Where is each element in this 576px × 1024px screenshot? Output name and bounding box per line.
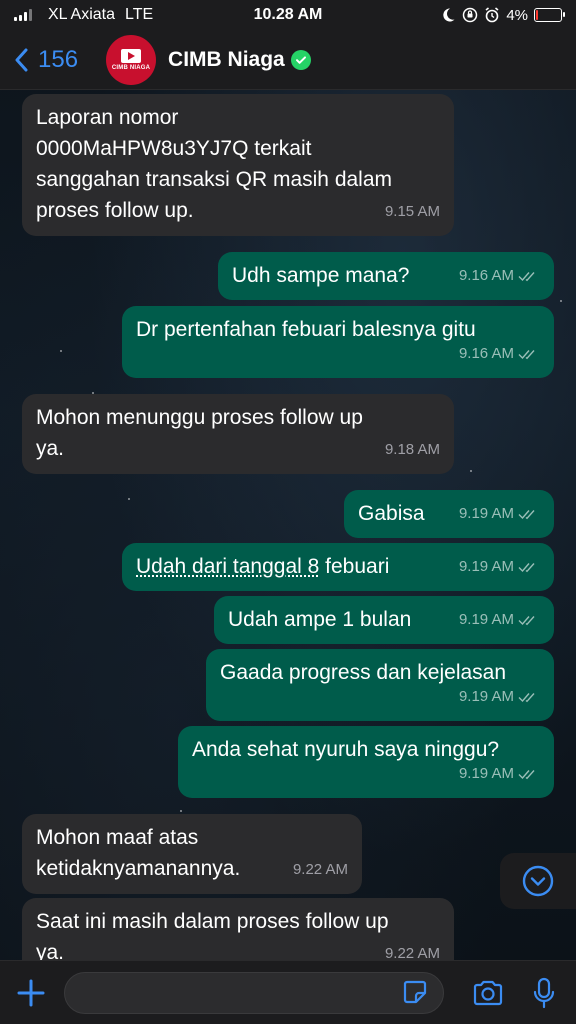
message-list[interactable]: Laporan nomor 0000MaHPW8u3YJ7Q terkait s… <box>0 90 576 960</box>
message-bubble-outgoing[interactable]: Gabisa 9.19 AM <box>344 490 554 538</box>
message-bubble-outgoing[interactable]: Udah dari tanggal 8 febuari 9.19 AM <box>122 543 554 591</box>
contact-avatar[interactable]: CIMB NIAGA <box>106 34 157 85</box>
message-meta: 9.18 AM <box>385 434 440 465</box>
back-button[interactable]: 156 <box>14 46 78 74</box>
message-bubble-outgoing[interactable]: Anda sehat nyuruh saya ninggu? 9.19 AM <box>178 726 554 798</box>
alarm-icon <box>485 7 499 23</box>
message-meta: 9.15 AM <box>385 196 440 227</box>
message-bubble-outgoing[interactable]: Gaada progress dan kejelasan 9.19 AM <box>206 649 554 721</box>
message-meta: 9.16 AM <box>459 260 540 291</box>
message-bubble-incoming[interactable]: Saat ini masih dalam proses follow up ya… <box>22 898 454 960</box>
double-check-icon <box>518 271 535 281</box>
composer-bar <box>0 960 576 1024</box>
message-time: 9.19 AM <box>458 611 514 628</box>
message-meta: 9.19 AM <box>459 551 540 582</box>
message-time: 9.15 AM <box>384 203 440 220</box>
message-time: 9.19 AM <box>458 505 514 522</box>
battery-percent: 4% <box>506 6 528 24</box>
chevron-down-icon <box>522 865 554 897</box>
cimb-logo-icon <box>121 48 142 63</box>
message-time: 9.22 AM <box>292 861 348 878</box>
message-time: 9.22 AM <box>384 945 440 960</box>
status-bar: XL Axiata LTE 10.28 AM 4% <box>0 0 576 30</box>
double-check-icon <box>518 509 535 519</box>
unread-count: 156 <box>38 45 79 73</box>
carrier-info: XL Axiata LTE <box>14 6 153 24</box>
orientation-lock-icon <box>463 7 478 23</box>
message-bubble-outgoing[interactable]: Dr pertenfahan febuari balesnya gitu 9.1… <box>122 306 554 378</box>
message-time: 9.18 AM <box>384 441 440 458</box>
chat-header: 156 CIMB NIAGA CIMB Niaga <box>0 30 576 90</box>
avatar-text: CIMB NIAGA <box>111 64 151 71</box>
message-meta: 9.19 AM <box>459 758 540 789</box>
double-check-icon <box>518 615 535 625</box>
message-meta: 9.19 AM <box>459 498 540 529</box>
message-time: 9.16 AM <box>458 267 514 284</box>
verified-icon <box>290 49 311 70</box>
message-time: 9.19 AM <box>458 765 514 782</box>
carrier-name: XL Axiata <box>48 6 116 23</box>
scroll-to-bottom-button[interactable] <box>500 853 576 909</box>
message-meta: 9.22 AM <box>385 938 440 960</box>
message-bubble-outgoing[interactable]: Udah ampe 1 bulan 9.19 AM <box>214 596 554 644</box>
double-check-icon <box>518 562 535 572</box>
message-meta: 9.16 AM <box>459 338 540 369</box>
message-text: Mohon menunggu proses follow up ya. <box>36 406 363 460</box>
message-input[interactable] <box>64 971 444 1014</box>
add-icon[interactable] <box>16 978 46 1008</box>
message-meta: 9.19 AM <box>459 681 540 712</box>
message-meta: 9.22 AM <box>293 854 348 885</box>
back-chevron-icon <box>15 48 28 71</box>
battery-icon <box>534 8 565 22</box>
double-check-icon <box>518 769 535 779</box>
message-bubble-outgoing[interactable]: Udh sampe mana? 9.16 AM <box>218 252 554 300</box>
camera-icon[interactable] <box>472 979 504 1007</box>
message-meta: 9.19 AM <box>459 604 540 635</box>
message-text-part[interactable]: Udah dari tanggal 8 <box>136 555 319 578</box>
do-not-disturb-icon <box>443 8 455 22</box>
network-type: LTE <box>125 6 154 23</box>
double-check-icon <box>518 692 535 702</box>
message-bubble-incoming[interactable]: Laporan nomor 0000MaHPW8u3YJ7Q terkait s… <box>22 94 454 236</box>
message-time: 9.19 AM <box>458 688 514 705</box>
signal-icon <box>14 9 32 21</box>
message-text: Saat ini masih dalam proses follow up ya… <box>36 910 389 960</box>
message-text: Laporan nomor 0000MaHPW8u3YJ7Q terkait s… <box>36 106 393 222</box>
message-time: 9.16 AM <box>458 345 514 362</box>
microphone-icon[interactable] <box>532 977 556 1009</box>
sticker-icon[interactable] <box>402 979 428 1005</box>
contact-name[interactable]: CIMB Niaga <box>168 48 285 72</box>
message-bubble-incoming[interactable]: Mohon maaf atas ketidaknyamanannya. 9.22… <box>22 814 362 894</box>
message-time: 9.19 AM <box>458 558 514 575</box>
status-right: 4% <box>440 6 565 24</box>
double-check-icon <box>518 349 535 359</box>
message-bubble-incoming[interactable]: Mohon menunggu proses follow up ya. 9.18… <box>22 394 454 474</box>
